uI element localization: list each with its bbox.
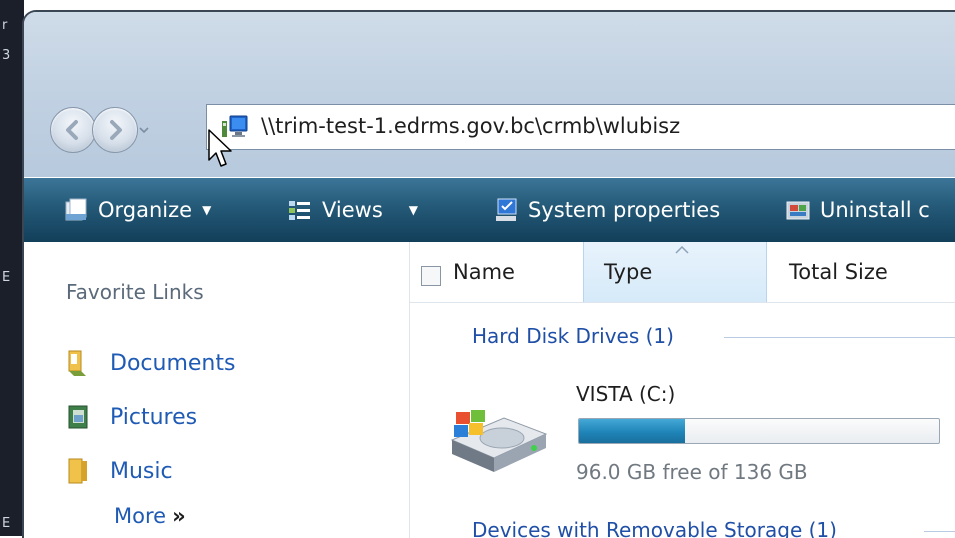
address-bar[interactable]: \\trim-test-1.edrms.gov.bc\crmb\wlubisz <box>206 104 955 150</box>
pictures-folder-icon <box>68 405 88 429</box>
group-divider <box>724 337 955 338</box>
column-header-total-size[interactable]: Total Size <box>789 242 888 302</box>
favorite-link-pictures[interactable]: Pictures <box>66 402 197 432</box>
address-path: \\trim-test-1.edrms.gov.bc\crmb\wlubisz <box>261 114 681 138</box>
organize-button[interactable]: Organize ▼ <box>62 196 211 224</box>
explorer-window: \\trim-test-1.edrms.gov.bc\crmb\wlubisz … <box>22 10 955 538</box>
back-button[interactable] <box>50 107 96 153</box>
command-bar: Organize ▼ Views ▼ System properties Uni… <box>24 178 955 242</box>
favorite-link-label: Documents <box>110 350 236 376</box>
more-links-button[interactable]: More» <box>114 504 186 528</box>
favorite-link-documents[interactable]: Documents <box>66 348 235 378</box>
group-divider <box>924 531 955 532</box>
favorite-link-label: Music <box>110 458 173 484</box>
organize-caret-icon: ▼ <box>202 203 212 217</box>
system-properties-button[interactable]: System properties <box>492 196 720 224</box>
desktop-edge-char: 3 <box>2 48 11 63</box>
back-arrow-icon <box>66 120 78 140</box>
group-header-hard-disks[interactable]: Hard Disk Drives (1) <box>472 324 674 348</box>
desktop-edge-char: E <box>2 516 11 531</box>
favorite-links-heading: Favorite Links <box>66 280 204 304</box>
views-icon <box>289 201 310 220</box>
window-top-edge <box>0 0 955 10</box>
sort-ascending-icon <box>675 246 689 254</box>
window-chrome: \\trim-test-1.edrms.gov.bc\crmb\wlubisz <box>24 12 955 177</box>
navigation-pane: Favorite Links Documents Pictures Music <box>24 242 409 538</box>
organize-label: Organize <box>98 198 193 222</box>
select-all-checkbox[interactable] <box>421 266 441 286</box>
documents-folder-icon <box>68 350 86 376</box>
organize-icon <box>65 198 87 221</box>
desktop-edge-char: r <box>2 18 8 33</box>
drive-free-space: 96.0 GB free of 136 GB <box>576 460 808 484</box>
uninstall-button[interactable]: Uninstall c <box>784 196 930 224</box>
mouse-cursor-icon <box>208 129 232 167</box>
uninstall-icon <box>786 201 810 220</box>
group-header-removable[interactable]: Devices with Removable Storage (1) <box>472 518 837 538</box>
column-header-label: Type <box>604 260 653 284</box>
desktop-edge-char: E <box>2 270 11 285</box>
music-folder-icon <box>68 458 87 484</box>
capacity-bar-fill <box>579 419 685 443</box>
system-properties-icon <box>496 198 517 221</box>
column-header-label: Total Size <box>789 260 888 284</box>
forward-arrow-icon <box>110 120 122 140</box>
views-label: Views <box>322 198 383 222</box>
column-header-name[interactable]: Name <box>453 242 515 302</box>
forward-button[interactable] <box>92 107 138 153</box>
favorite-link-label: Pictures <box>110 404 198 430</box>
drive-name[interactable]: VISTA (C:) <box>576 382 675 406</box>
views-caret-icon: ▼ <box>408 203 419 217</box>
views-button[interactable]: Views ▼ <box>286 196 418 224</box>
recent-pages-dropdown-icon[interactable] <box>138 124 150 136</box>
uninstall-label: Uninstall c <box>820 198 930 222</box>
double-chevron-icon: » <box>172 504 186 528</box>
system-properties-label: System properties <box>528 198 721 222</box>
desktop-background: r 3 E E <box>0 0 24 536</box>
column-header-label: Name <box>453 260 515 284</box>
pane-divider <box>409 242 410 538</box>
column-headers: Name Type Total Size <box>409 242 955 538</box>
capacity-bar <box>578 418 940 444</box>
more-label: More <box>114 504 167 528</box>
favorite-link-music[interactable]: Music <box>66 456 173 486</box>
hard-drive-icon <box>450 410 548 472</box>
